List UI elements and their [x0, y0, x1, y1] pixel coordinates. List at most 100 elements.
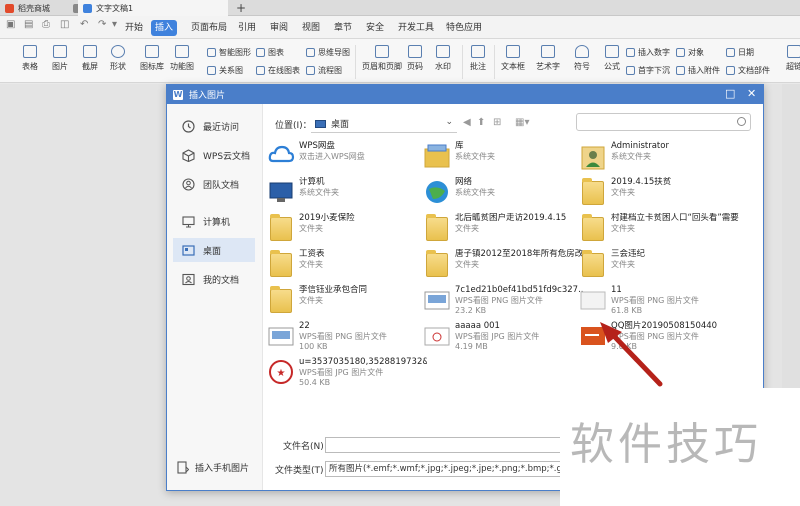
view-mode-icon[interactable]: ▦▾ — [515, 117, 529, 128]
file-item[interactable]: Administrator 系统文件夹 — [579, 141, 739, 175]
new-folder-icon[interactable]: ⊞ — [493, 117, 501, 128]
file-size: 100 KB — [299, 342, 328, 351]
file-item[interactable]: aaaaa 001 WPS看图 JPG 图片文件 4.19 MB — [423, 321, 583, 355]
library-icon — [423, 141, 451, 171]
tab-chapter[interactable]: 章节 — [330, 20, 356, 36]
up-folder-icon[interactable]: ⬆ — [477, 117, 485, 128]
header-footer-button[interactable]: 页眉和页脚 — [362, 45, 402, 72]
file-type: 文件夹 — [611, 224, 635, 233]
seal-image-icon: ★ — [267, 357, 295, 387]
undo-icon[interactable]: ↶ — [80, 19, 88, 30]
sidebar-item-computer[interactable]: 计算机 — [173, 209, 255, 233]
flowchart-button[interactable]: 流程图 — [306, 65, 342, 76]
file-type: 文件夹 — [455, 224, 479, 233]
hyperlink-button[interactable]: 超链 — [786, 45, 800, 72]
maximize-icon[interactable]: □ — [725, 87, 735, 100]
tab-page-layout[interactable]: 页面布局 — [187, 20, 231, 36]
page-number-button[interactable]: 页码 — [407, 45, 423, 72]
smart-art-button[interactable]: 智能图形 — [207, 47, 251, 58]
doc-parts-button[interactable]: 文档部件 — [726, 65, 770, 76]
file-item[interactable]: 计算机 系统文件夹 — [267, 177, 427, 211]
insert-number-button[interactable]: 插入数字 — [626, 47, 670, 58]
file-type: WPS看图 PNG 图片文件 — [455, 296, 543, 305]
preview-icon[interactable]: ◫ — [60, 19, 69, 30]
filetype-select[interactable]: 所有图片(*.emf;*.wmf;*.jpg;*.jpeg;*.jpe;*.pn… — [325, 461, 565, 477]
dialog-title: 插入图片 — [189, 91, 226, 101]
back-icon[interactable]: ◀ — [463, 117, 471, 128]
file-item[interactable]: 2019.4.15扶贫 文件夹 — [579, 177, 739, 211]
link-icon — [787, 45, 800, 58]
location-dropdown[interactable]: 桌面 ⌄ — [311, 115, 457, 133]
shape-button[interactable]: 形状 — [110, 45, 126, 72]
file-item[interactable]: 三会违纪 文件夹 — [579, 249, 739, 283]
tab-references[interactable]: 引用 — [234, 20, 260, 36]
sidebar-item-recent[interactable]: 最近访问 — [173, 114, 255, 138]
object-button[interactable]: 对象 — [676, 47, 704, 58]
filename-input[interactable] — [325, 437, 565, 453]
file-item[interactable]: 北后畖贫困户走访2019.4.15 文件夹 — [423, 213, 583, 247]
file-item[interactable]: 7c1ed21b0ef41bd51fd9c327... WPS看图 PNG 图片文… — [423, 285, 583, 319]
tab-special-apps[interactable]: 特色应用 — [442, 20, 486, 36]
omega-icon — [575, 45, 589, 58]
date-button[interactable]: 日期 — [726, 47, 754, 58]
comment-button[interactable]: 批注 — [470, 45, 486, 72]
print-icon[interactable]: ⎙ — [42, 19, 50, 30]
insert-attachment-button[interactable]: 插入附件 — [676, 65, 720, 76]
tab-developer[interactable]: 开发工具 — [394, 20, 438, 36]
relation-chart-button[interactable]: 关系图 — [207, 65, 243, 76]
insert-mobile-picture-button[interactable]: 插入手机图片 — [177, 461, 249, 474]
file-item[interactable]: 2019小麦保险 文件夹 — [267, 213, 427, 247]
sidebar-item-wps-cloud[interactable]: WPS云文档 — [173, 143, 255, 167]
table-button[interactable]: 表格 — [22, 45, 38, 72]
file-item[interactable]: 李信钰业承包合同 文件夹 — [267, 285, 427, 319]
pdf-icon[interactable]: ▤ — [24, 19, 33, 30]
online-chart-button[interactable]: 在线图表 — [256, 65, 300, 76]
sidebar-item-team-docs[interactable]: 团队文档 — [173, 172, 255, 196]
tab-home[interactable]: 开始 — [121, 20, 147, 36]
tab-insert[interactable]: 插入 — [151, 20, 178, 36]
icon-library-button[interactable]: 图标库 — [140, 45, 164, 72]
symbol-button[interactable]: 符号 — [574, 45, 590, 72]
redo-icon[interactable]: ↷ — [98, 19, 106, 30]
screenshot-icon — [83, 45, 97, 58]
file-item[interactable]: ★ u=3537035180,3528819732&... WPS看图 JPG 图片… — [267, 357, 427, 391]
chart-button[interactable]: 图表 — [256, 47, 284, 58]
word-art-button[interactable]: 艺术字 — [536, 45, 560, 72]
file-item[interactable]: 11 WPS看图 PNG 图片文件 61.8 KB — [579, 285, 739, 319]
file-item[interactable]: 唐子镇2012至2018年所有危房改造户（2016.2017年无任务）文件夹 — [423, 249, 583, 283]
save-icon[interactable]: ▣ — [6, 19, 15, 30]
tab-review[interactable]: 审阅 — [266, 20, 292, 36]
more-icon[interactable]: ▾ — [112, 19, 117, 30]
screenshot-button[interactable]: 截屏 — [82, 45, 98, 72]
sidebar-item-my-documents[interactable]: 我的文档 — [173, 267, 255, 291]
mind-map-button[interactable]: 思维导图 — [306, 47, 350, 58]
drop-cap-button[interactable]: 首字下沉 — [626, 65, 670, 76]
search-input[interactable] — [576, 113, 751, 131]
file-item[interactable]: 网络 系统文件夹 — [423, 177, 583, 211]
file-type: 文件夹 — [299, 296, 323, 305]
tab-docer-store[interactable]: 稻壳商城 — [0, 0, 62, 16]
picture-button[interactable]: 图片 — [52, 45, 68, 72]
new-tab-button[interactable]: + — [236, 0, 246, 16]
formula-button[interactable]: 公式 — [604, 45, 620, 72]
close-icon[interactable]: ✕ — [747, 87, 756, 100]
watermark-button[interactable]: 水印 — [435, 45, 451, 72]
sidebar-item-desktop[interactable]: 桌面 — [173, 238, 255, 262]
image-file-icon — [579, 321, 607, 351]
tab-security[interactable]: 安全 — [362, 20, 388, 36]
tab-view[interactable]: 视图 — [298, 20, 324, 36]
file-item[interactable]: QQ图片20190508150440 WPS看图 PNG 图片文件 9.6 KB — [579, 321, 739, 355]
user-folder-icon — [579, 141, 607, 171]
document-tab-bar: 稻壳商城 文字文稿1 + — [0, 0, 800, 16]
smart-art-icon — [207, 48, 216, 57]
text-box-button[interactable]: 文本框 — [501, 45, 525, 72]
file-item[interactable]: 村建档立卡贫困人口“回头看”需要材料文件夹 — [579, 213, 739, 247]
file-size: 9.6 KB — [611, 342, 637, 351]
file-text: 7c1ed21b0ef41bd51fd9c327... WPS看图 PNG 图片文… — [455, 285, 583, 316]
file-item[interactable]: 库系统文件夹 — [423, 141, 583, 175]
file-item[interactable]: 22 WPS看图 PNG 图片文件 100 KB — [267, 321, 427, 355]
file-item[interactable]: 工资表 文件夹 — [267, 249, 427, 283]
file-item[interactable]: WPS网盘 双击进入WPS网盘 — [267, 141, 427, 175]
tab-document-1[interactable]: 文字文稿1 — [78, 0, 228, 16]
function-chart-button[interactable]: 功能图 — [170, 45, 194, 72]
